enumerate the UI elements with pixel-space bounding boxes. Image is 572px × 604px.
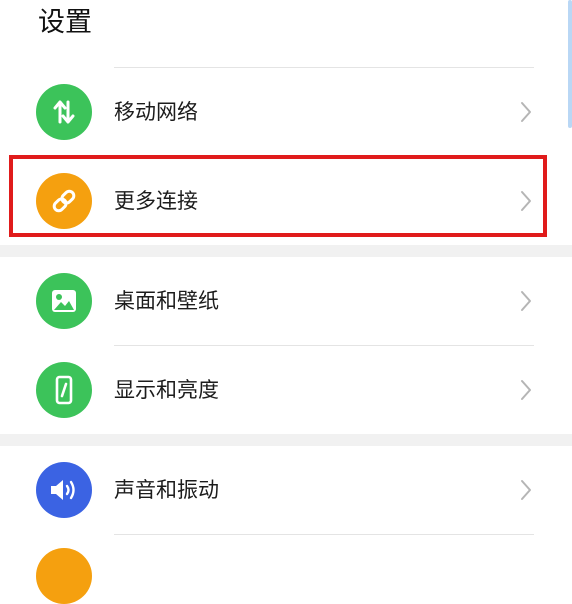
chevron-right-icon [521, 291, 531, 311]
settings-item-label: 桌面和壁纸 [114, 289, 219, 313]
chevron-right-icon [521, 380, 531, 400]
settings-item-label: 声音和振动 [114, 478, 219, 502]
speaker-icon [36, 462, 92, 518]
section-gap [0, 434, 572, 446]
chevron-right-icon [521, 480, 531, 500]
settings-item-label: 移动网络 [114, 100, 198, 124]
page-title: 设置 [38, 7, 92, 38]
partial-settings-icon[interactable] [36, 548, 92, 604]
phone-brightness-icon [36, 362, 92, 418]
highlight-box [9, 155, 547, 237]
chevron-right-icon [521, 102, 531, 122]
settings-item-sound-vibration[interactable]: 声音和振动 [0, 446, 572, 534]
settings-item-display-brightness[interactable]: 显示和亮度 [0, 346, 572, 434]
settings-item-mobile-network[interactable]: 移动网络 [0, 68, 572, 156]
settings-item-label: 显示和亮度 [114, 378, 219, 402]
image-icon [36, 273, 92, 329]
divider [114, 534, 534, 535]
mobile-data-arrows-icon [36, 84, 92, 140]
section-gap [0, 245, 572, 257]
settings-item-home-wallpaper[interactable]: 桌面和壁纸 [0, 257, 572, 345]
